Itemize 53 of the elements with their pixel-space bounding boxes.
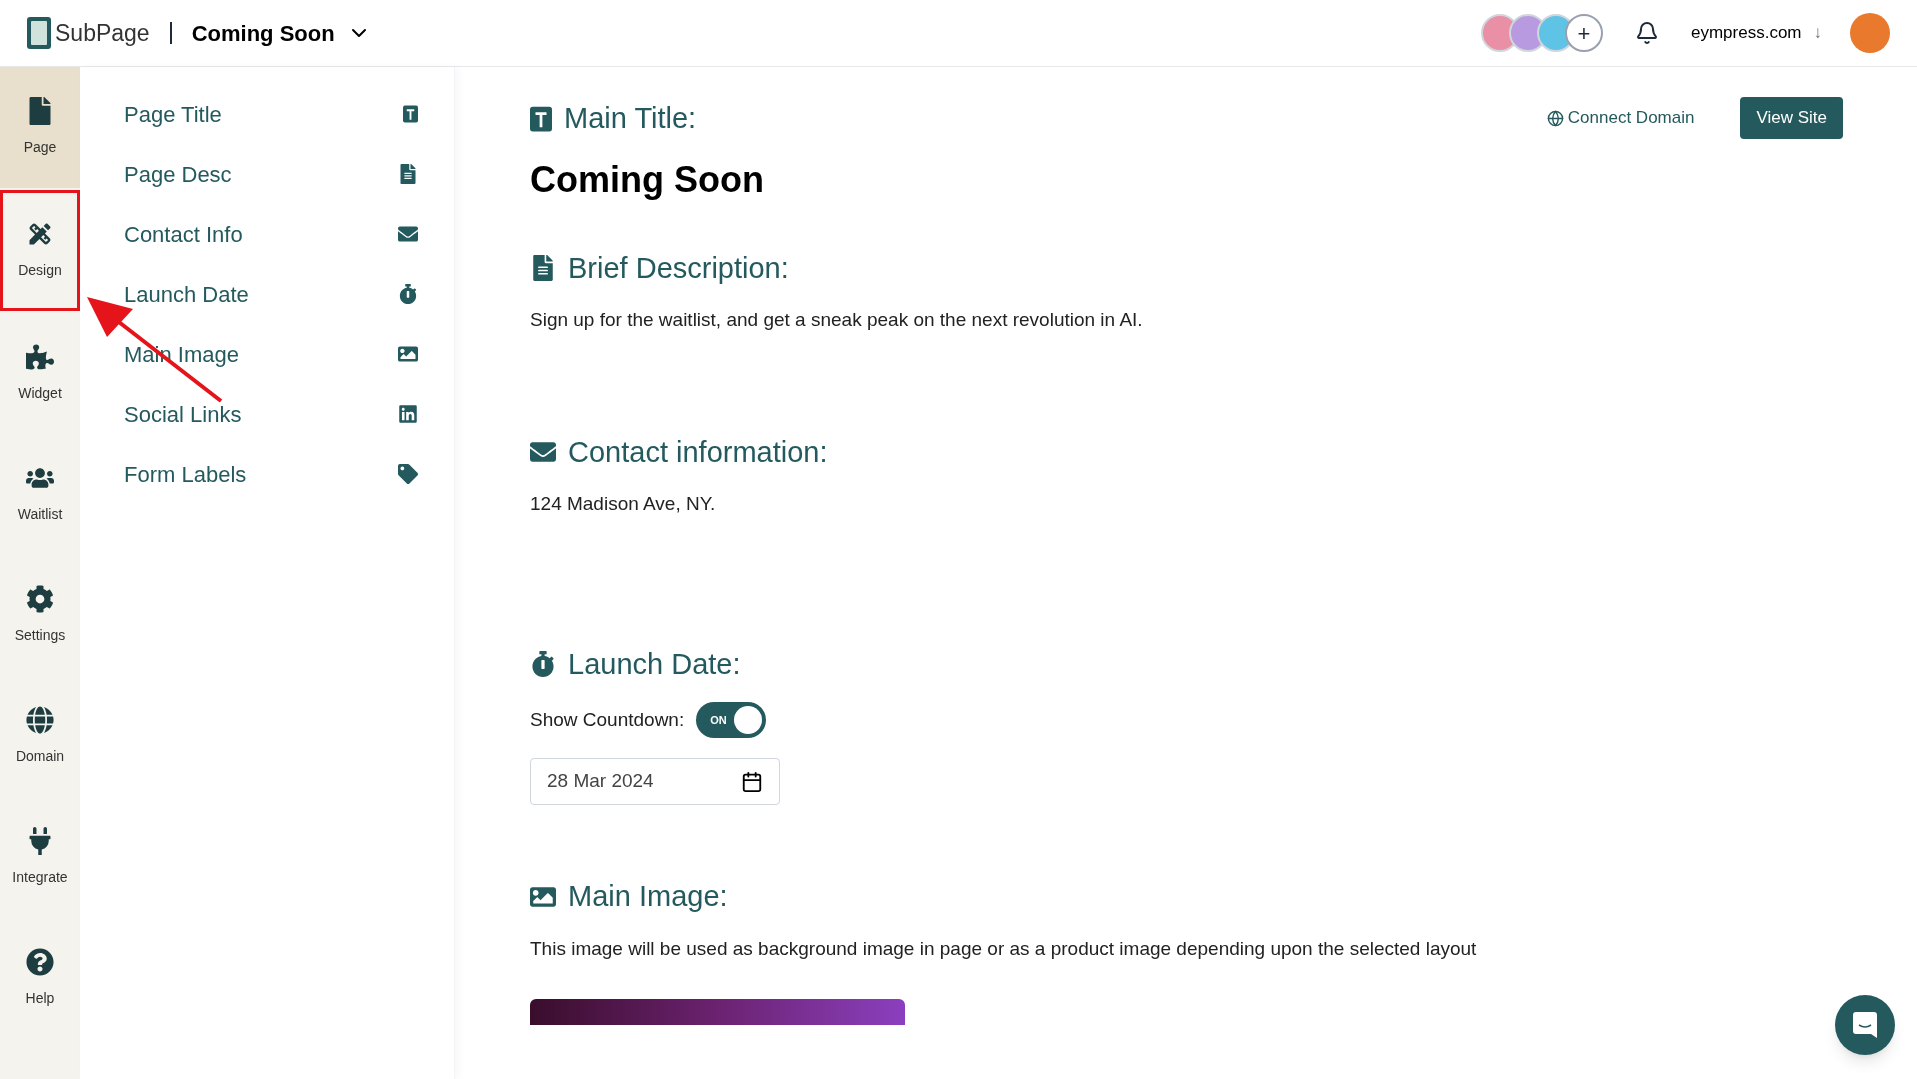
countdown-label: Show Countdown: (530, 707, 685, 732)
rail-item[interactable]: Domain (0, 676, 80, 797)
puzzle-icon (26, 343, 54, 371)
linkedin-icon (398, 404, 418, 424)
countdown-toggle[interactable]: ON (696, 702, 767, 738)
rail-item[interactable]: Page (0, 67, 80, 188)
image-note: This image will be used as background image in page or as a product image depending upon the selected layout (530, 936, 1478, 961)
document-icon (530, 255, 556, 282)
date-field[interactable]: 28 Mar 2024 (530, 758, 780, 805)
page-switcher[interactable]: Coming Soon (191, 16, 371, 50)
stopwatch-icon (530, 651, 556, 678)
chat-button[interactable] (1835, 995, 1895, 1055)
rail-item[interactable]: Integrate (0, 797, 80, 918)
rail-item[interactable]: Widget (0, 313, 80, 434)
domain-switcher[interactable]: eympress.com ↓ (1690, 20, 1822, 46)
section-heading: Main Title: (564, 101, 697, 136)
image-icon (398, 344, 418, 364)
section-heading: Contact information: (568, 434, 828, 470)
section-link[interactable]: Form Labels (124, 444, 418, 504)
section-link[interactable]: Page Title (124, 84, 418, 144)
section-link[interactable]: Launch Date (124, 264, 418, 324)
document-icon (398, 164, 418, 184)
section-link[interactable]: Contact Info (124, 204, 418, 264)
calendar-icon (741, 770, 763, 793)
help-icon (26, 948, 54, 976)
section-heading: Launch Date: (568, 646, 741, 682)
page-title: Coming Soon (530, 157, 764, 202)
notification-icon[interactable] (1634, 21, 1659, 45)
user-avatar[interactable] (1850, 13, 1890, 53)
section-heading: Brief Description: (568, 250, 789, 286)
chat-icon (1853, 1012, 1877, 1038)
logo-text: SubPage (55, 18, 150, 48)
envelope-icon (398, 224, 418, 244)
connect-domain-link[interactable]: Connect Domain (1546, 105, 1695, 131)
section-link[interactable]: Social Links (124, 384, 418, 444)
globe-icon (1546, 109, 1564, 127)
rail-item[interactable]: Design (0, 190, 80, 311)
title-icon (530, 105, 552, 132)
rail-item[interactable]: Help (0, 918, 80, 1039)
section-heading: Main Image: (568, 879, 728, 914)
globe-icon (26, 706, 54, 734)
section-link[interactable]: Page Desc (124, 144, 418, 204)
rail-item[interactable]: Waitlist (0, 434, 80, 555)
rail-item[interactable]: Settings (0, 555, 80, 676)
contact-text: 124 Madison Ave, NY. (530, 492, 717, 516)
tag-icon (398, 464, 418, 484)
description-text: Sign up for the waitlist, and get a sneak peak on the next revolution in AI. (530, 308, 1144, 332)
view-site-button[interactable]: View Site (1740, 97, 1843, 139)
add-member-button[interactable]: + (1564, 14, 1603, 52)
title-icon (403, 105, 418, 123)
stopwatch-icon (398, 284, 418, 304)
settings-icon (26, 585, 54, 613)
logo-icon (27, 17, 51, 49)
